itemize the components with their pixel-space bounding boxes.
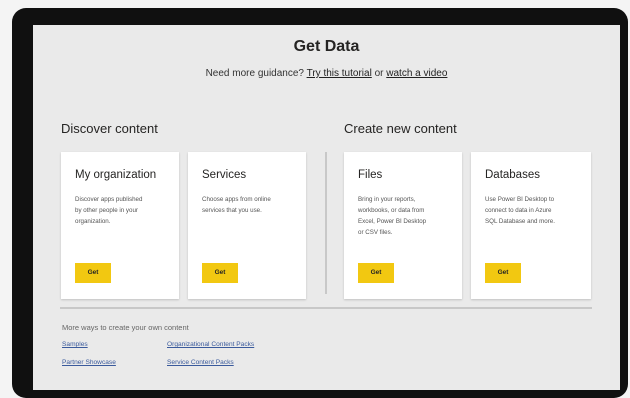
card-description-line: workbooks, or data from xyxy=(358,207,425,214)
card-description-line: Bring in your reports, xyxy=(358,196,416,203)
card-files: Files Bring in your reports, workbooks, … xyxy=(344,152,462,299)
samples-link[interactable]: Samples xyxy=(62,341,88,348)
get-button-my-organization[interactable]: Get xyxy=(75,263,111,283)
card-description-line: by other people in your xyxy=(75,207,138,214)
guidance-text: Need more guidance? xyxy=(205,68,304,79)
more-ways-heading: More ways to create your own content xyxy=(62,323,189,332)
get-button-databases[interactable]: Get xyxy=(485,263,521,283)
page-title: Get Data xyxy=(293,38,360,55)
service-content-packs-link[interactable]: Service Content Packs xyxy=(167,359,234,366)
card-title: Services xyxy=(202,169,247,181)
create-content-heading: Create new content xyxy=(344,121,457,136)
video-link[interactable]: watch a video xyxy=(386,68,447,79)
get-button-files[interactable]: Get xyxy=(358,263,394,283)
card-description: Discover apps published by other people … xyxy=(75,194,142,227)
get-data-page: Get Data Need more guidance? Try this tu… xyxy=(33,25,620,390)
card-description: Use Power BI Desktop to connect to data … xyxy=(485,194,555,227)
card-description-line: Choose apps from online xyxy=(202,196,271,203)
card-services: Services Choose apps from online service… xyxy=(188,152,306,299)
vertical-divider xyxy=(325,152,327,294)
card-description-line: or CSV files. xyxy=(358,229,393,236)
card-title: Files xyxy=(358,169,383,181)
card-databases: Databases Use Power BI Desktop to connec… xyxy=(471,152,591,299)
card-title: Databases xyxy=(485,169,540,181)
card-description-line: organization. xyxy=(75,218,111,225)
card-description-line: Discover apps published xyxy=(75,196,143,203)
organizational-content-packs-link[interactable]: Organizational Content Packs xyxy=(167,341,254,348)
card-description-line: SQL Database and more. xyxy=(485,218,555,225)
or-text: or xyxy=(374,68,384,79)
card-description-line: connect to data in Azure xyxy=(485,207,552,214)
card-description-line: Use Power BI Desktop to xyxy=(485,196,555,203)
tutorial-link[interactable]: Try this tutorial xyxy=(307,68,372,79)
card-description: Choose apps from online services that yo… xyxy=(202,194,271,216)
discover-content-heading: Discover content xyxy=(61,121,158,136)
partner-showcase-link[interactable]: Partner Showcase xyxy=(62,359,116,366)
card-title: My organization xyxy=(75,169,157,181)
get-button-services[interactable]: Get xyxy=(202,263,238,283)
guidance-line: Need more guidance? Try this tutorial or… xyxy=(33,68,620,79)
horizontal-divider xyxy=(60,307,592,309)
card-description: Bring in your reports, workbooks, or dat… xyxy=(358,194,426,238)
card-description-line: Excel, Power BI Desktop xyxy=(358,218,427,225)
card-description-line: services that you use. xyxy=(202,207,262,214)
card-my-organization: My organization Discover apps published … xyxy=(61,152,179,299)
